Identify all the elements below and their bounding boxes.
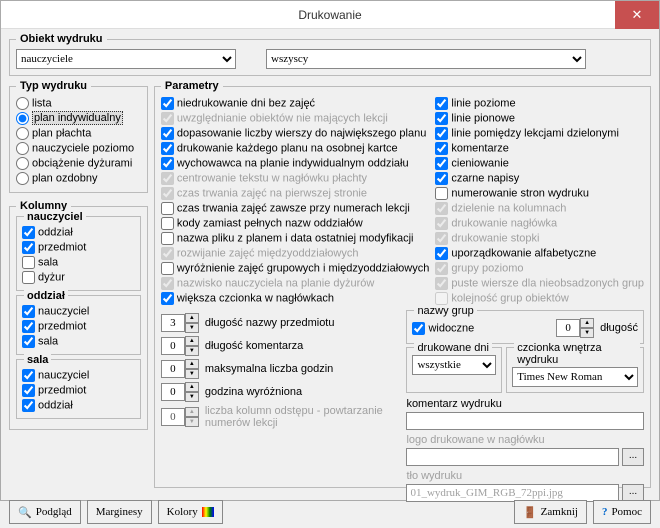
obiekt-wydruku-group: Obiekt wydruku nauczyciele wszyscy xyxy=(9,33,651,76)
param-check: czas trwania zajęć na pierwszej stronie xyxy=(161,186,430,201)
param-check[interactable]: komentarze xyxy=(435,141,644,156)
param-check[interactable]: uporządkowanie alfabetyczne xyxy=(435,246,644,261)
tlo-box: tło wydruku ... xyxy=(406,470,644,502)
typ-legend: Typ wydruku xyxy=(16,80,91,92)
logo-input[interactable] xyxy=(406,448,619,466)
nazwy-grup-box: nazwy grup widoczne ▲▼ długość xyxy=(406,310,644,344)
tlo-input[interactable] xyxy=(406,484,619,502)
param-check[interactable]: linie pomiędzy lekcjami dzielonymi xyxy=(435,126,644,141)
podglad-button[interactable]: 🔍Podgląd xyxy=(9,500,81,524)
typ-radio-1[interactable]: plan indywidualny xyxy=(16,111,141,126)
param-check: uwzględnianie obiektów nie mających lekc… xyxy=(161,111,430,126)
typ-wydruku-group: Typ wydruku listaplan indywidualnyplan p… xyxy=(9,80,148,193)
param-check[interactable]: kody zamiast pełnych nazw oddziałów xyxy=(161,216,430,231)
help-icon: ? xyxy=(602,506,608,518)
num-spinner[interactable]: ▲▼ xyxy=(161,313,199,333)
kol-check[interactable]: dyżur xyxy=(22,270,135,285)
param-check: puste wiersze dla nieobsadzonych grup xyxy=(435,276,644,291)
czcionka-select[interactable]: Times New Roman xyxy=(512,367,638,387)
param-check: drukowanie nagłówka xyxy=(435,216,644,231)
obiekt-select-2[interactable]: wszyscy xyxy=(266,49,586,69)
param-check: kolejność grup obiektów xyxy=(435,291,644,306)
logo-browse[interactable]: ... xyxy=(622,448,644,466)
window-title: Drukowanie xyxy=(298,8,361,22)
num-spinner[interactable]: ▲▼ xyxy=(161,336,199,356)
param-check: nazwisko nauczyciela na planie dyżurów xyxy=(161,276,430,291)
num-row-3: ▲▼godzina wyróżniona xyxy=(161,382,399,402)
param-check: drukowanie stopki xyxy=(435,231,644,246)
typ-radio-0[interactable]: lista xyxy=(16,96,141,111)
kol-check[interactable]: nauczyciel xyxy=(22,304,135,319)
param-check[interactable]: wyróżnienie zajęć grupowych i międzyoddz… xyxy=(161,261,430,276)
param-check[interactable]: czas trwania zajęć zawsze przy numerach … xyxy=(161,201,430,216)
num-spinner: ▲▼ xyxy=(161,407,199,427)
titlebar: Drukowanie ✕ xyxy=(1,1,659,29)
param-check[interactable]: cieniowanie xyxy=(435,156,644,171)
param-check: rozwijanie zajęć międzyoddziałowych xyxy=(161,246,430,261)
kolumny-group: Kolumny nauczycieloddziałprzedmiotsalady… xyxy=(9,200,148,430)
kolory-button[interactable]: Kolory xyxy=(158,500,223,524)
num-spinner[interactable]: ▲▼ xyxy=(161,382,199,402)
parametry-legend: Parametry xyxy=(161,80,223,92)
magnify-icon: 🔍 xyxy=(18,506,32,519)
typ-radio-4[interactable]: obciążenie dyżurami xyxy=(16,156,141,171)
drukowane-dni-box: drukowane dni wszystkie xyxy=(406,347,502,393)
typ-radio-3[interactable]: nauczyciele poziomo xyxy=(16,141,141,156)
logo-box: logo drukowane w nagłówku ... xyxy=(406,434,644,466)
param-check[interactable]: dopasowanie liczby wierszy do największe… xyxy=(161,126,430,141)
palette-icon xyxy=(202,507,214,517)
num-row-4: ▲▼liczba kolumn odstępu - powtarzanie nu… xyxy=(161,405,399,429)
typ-radio-2[interactable]: plan płachta xyxy=(16,126,141,141)
param-check: dzielenie na kolumnach xyxy=(435,201,644,216)
num-row-0: ▲▼długość nazwy przedmiotu xyxy=(161,313,399,333)
param-check[interactable]: linie poziome xyxy=(435,96,644,111)
widoczne-check[interactable]: widoczne xyxy=(412,321,474,336)
param-check[interactable]: linie pionowe xyxy=(435,111,644,126)
obiekt-select-1[interactable]: nauczyciele xyxy=(16,49,236,69)
param-check: grupy poziomo xyxy=(435,261,644,276)
param-check[interactable]: wychowawca na planie indywidualnym oddzi… xyxy=(161,156,430,171)
num-spinner[interactable]: ▲▼ xyxy=(161,359,199,379)
typ-radio-5[interactable]: plan ozdobny xyxy=(16,171,141,186)
param-check[interactable]: nazwa pliku z planem i data ostatniej mo… xyxy=(161,231,430,246)
param-check: centrowanie tekstu w nagłówku płachty xyxy=(161,171,430,186)
param-check[interactable]: drukowanie każdego planu na osobnej kart… xyxy=(161,141,430,156)
pomoc-button[interactable]: ? Pomoc xyxy=(593,500,651,524)
close-button[interactable]: ✕ xyxy=(615,1,659,29)
param-check[interactable]: większa czcionka w nagłówkach xyxy=(161,291,430,306)
komentarz-box: komentarz wydruku xyxy=(406,398,644,430)
marginesy-button[interactable]: Marginesy xyxy=(87,500,152,524)
param-check[interactable]: czarne napisy xyxy=(435,171,644,186)
kol-check[interactable]: nauczyciel xyxy=(22,368,135,383)
dlugosc-spinner[interactable]: ▲▼ xyxy=(556,318,594,338)
komentarz-input[interactable] xyxy=(406,412,644,430)
parametry-group: Parametry niedrukowanie dni bez zajęćuwz… xyxy=(154,80,651,488)
door-icon: 🚪 xyxy=(523,506,537,519)
zamknij-button[interactable]: 🚪Zamknij xyxy=(514,500,587,524)
druk-dni-select[interactable]: wszystkie xyxy=(412,355,496,375)
czcionka-box: czcionka wnętrza wydruku Times New Roman xyxy=(506,347,644,393)
kol-check[interactable]: przedmiot xyxy=(22,383,135,398)
kol-check[interactable]: sala xyxy=(22,255,135,270)
obiekt-legend: Obiekt wydruku xyxy=(16,33,107,45)
kol-check[interactable]: oddział xyxy=(22,225,135,240)
kol-check[interactable]: przedmiot xyxy=(22,319,135,334)
kol-check[interactable]: przedmiot xyxy=(22,240,135,255)
num-row-2: ▲▼maksymalna liczba godzin xyxy=(161,359,399,379)
kol-check[interactable]: sala xyxy=(22,334,135,349)
num-row-1: ▲▼długość komentarza xyxy=(161,336,399,356)
param-check[interactable]: niedrukowanie dni bez zajęć xyxy=(161,96,430,111)
param-check[interactable]: numerowanie stron wydruku xyxy=(435,186,644,201)
kol-check[interactable]: oddział xyxy=(22,398,135,413)
